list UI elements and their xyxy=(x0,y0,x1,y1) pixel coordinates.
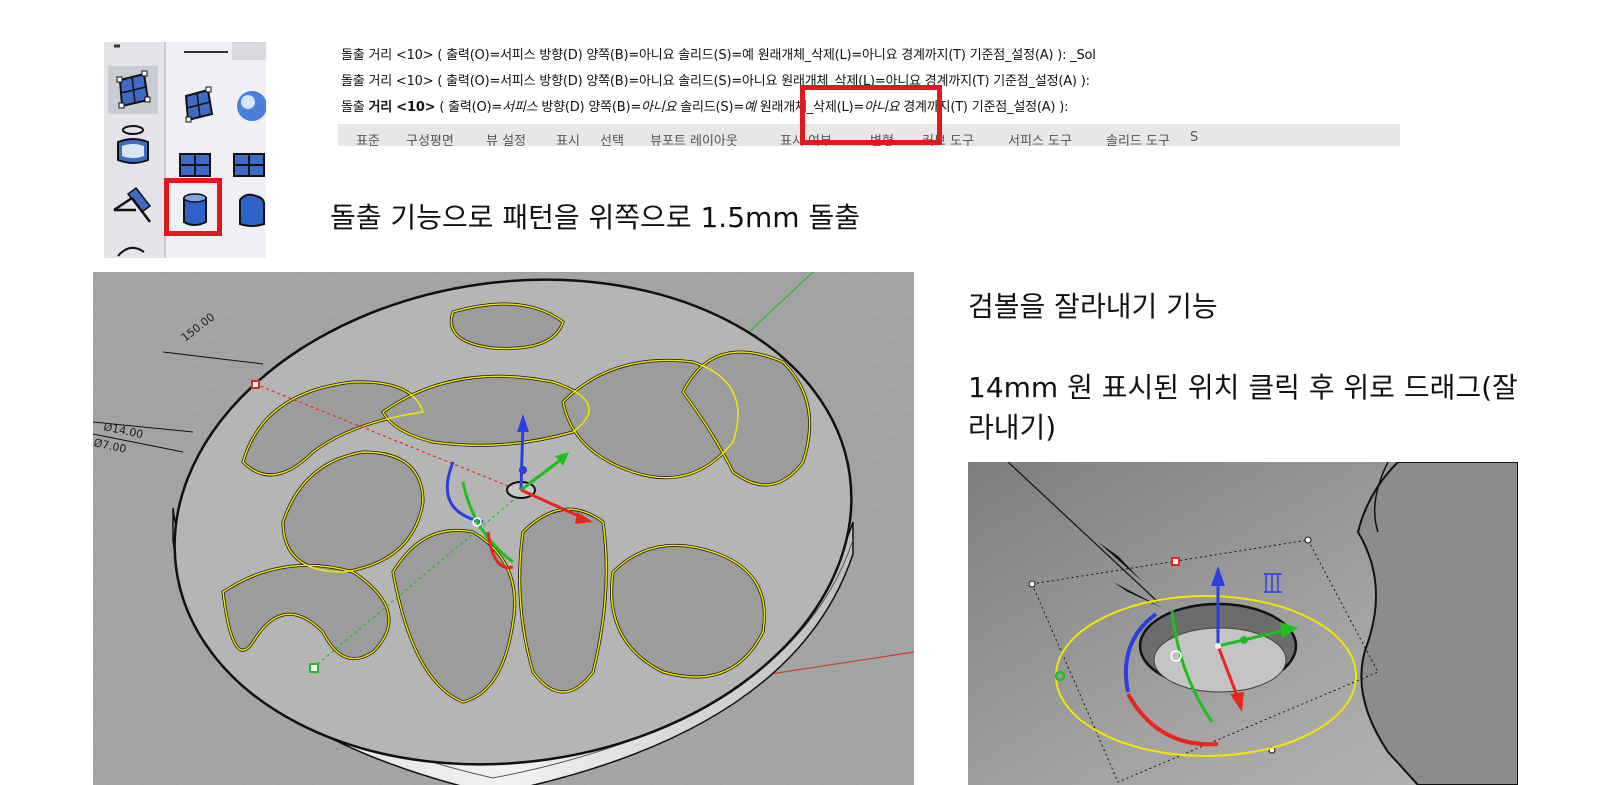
zoom-viewport[interactable] xyxy=(968,462,1518,785)
sphere-icon[interactable] xyxy=(230,86,266,126)
tab-more[interactable]: S xyxy=(1190,130,1198,145)
tab-viewport-layout[interactable]: 뷰포트 레이아웃 xyxy=(650,130,738,146)
cylinder-surface-icon[interactable] xyxy=(110,120,160,170)
extrude-solid-alt-icon[interactable] xyxy=(232,190,266,230)
surface-from-points-icon[interactable] xyxy=(176,82,222,128)
zoom-render xyxy=(968,462,1518,785)
command-line-2: 돌출 거리 <10> ( 출력(O)=서피스 방향(D) 양쪽(B)=아니요 솔… xyxy=(341,70,1090,89)
cut-plane-icon[interactable] xyxy=(110,184,160,234)
extrude-caption: 돌출 기능으로 패턴을 위쪽으로 1.5mm 돌출 xyxy=(330,201,860,234)
tab-standard[interactable]: 표준 xyxy=(356,130,380,146)
command-text: ( 출력(O)= xyxy=(435,100,503,115)
trim-caption: 검볼을 잘라내기 기능 xyxy=(968,290,1218,323)
command-line-1: 돌출 거리 <10> ( 출력(O)=서피스 방향(D) 양쪽(B)=아니요 솔… xyxy=(341,44,1096,63)
command-text: 돌출 거리 <10> ( 출력(O)=서피스 방향(D) 양쪽(B)=아니요 솔… xyxy=(341,48,1096,63)
instruction-caption: 14mm 원 표시된 위치 클릭 후 위로 드래그(잘라내기) xyxy=(968,371,1518,444)
command-text: 거리 <10> xyxy=(368,100,436,115)
selected-tool-highlight xyxy=(164,178,222,236)
command-text: 서피스 xyxy=(502,100,538,115)
command-text: 돌출 xyxy=(341,100,369,115)
tab-display[interactable]: 표시 xyxy=(556,130,580,146)
toolbar-panel xyxy=(104,42,266,258)
command-text: 방향(D) 양쪽(B)= xyxy=(537,100,642,115)
command-text: 돌출 거리 <10> ( 출력(O)=서피스 방향(D) 양쪽(B)=아니요 솔… xyxy=(341,74,1090,89)
command-text: 예 xyxy=(744,100,756,115)
tab-surface-tools[interactable]: 서피스 도구 xyxy=(1008,130,1072,146)
plane-grid-icon[interactable] xyxy=(230,148,266,182)
tab-solid-tools[interactable]: 솔리드 도구 xyxy=(1106,130,1170,146)
perspective-viewport[interactable]: 150.00 Ø14.00 Ø7.00 xyxy=(93,272,914,785)
command-text: 아니요 xyxy=(641,100,677,115)
tab-set-view[interactable]: 뷰 설정 xyxy=(486,130,526,146)
command-prompt[interactable]: 돌출 거리 <10> ( 출력(O)=서피스 방향(D) 양쪽(B)=아니요 솔… xyxy=(341,96,1068,115)
plane-grid-icon[interactable] xyxy=(176,148,216,182)
tab-select[interactable]: 선택 xyxy=(600,130,624,146)
model-render: 150.00 Ø14.00 Ø7.00 xyxy=(93,272,914,785)
command-text: 솔리드(S)= xyxy=(676,100,745,115)
surface-from-points-icon[interactable] xyxy=(108,66,158,114)
arc-tool-icon[interactable] xyxy=(114,238,154,258)
solid-option-highlight xyxy=(800,85,942,145)
tab-cplanes[interactable]: 구성평면 xyxy=(406,130,454,146)
